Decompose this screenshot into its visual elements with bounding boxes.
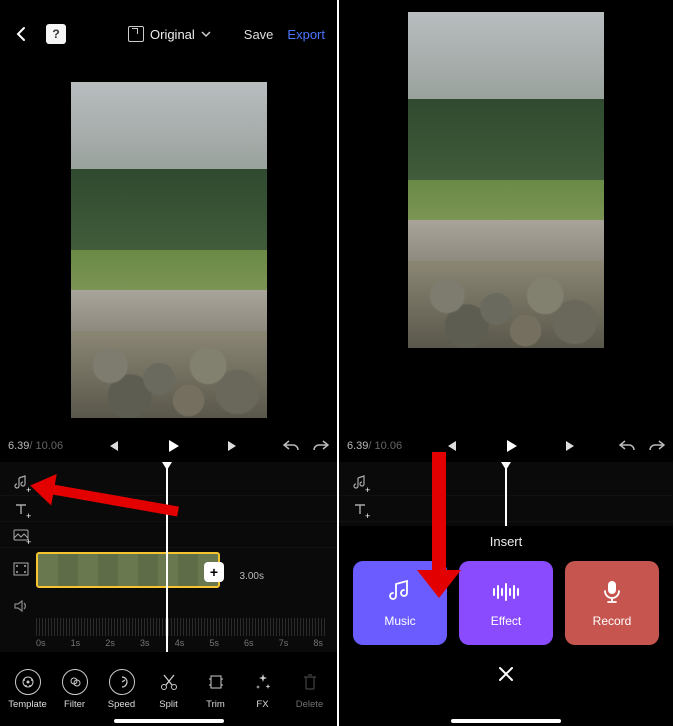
timeline[interactable]: + + (339, 462, 673, 526)
export-button[interactable]: Export (287, 27, 325, 42)
volume-track-icon[interactable] (10, 597, 32, 615)
video-clip[interactable]: + 3.00s (36, 552, 220, 588)
playhead[interactable] (166, 462, 168, 652)
play-button[interactable] (164, 437, 182, 455)
trim-button[interactable]: Trim (193, 669, 239, 710)
close-button[interactable] (497, 665, 515, 683)
fx-button[interactable]: FX (240, 669, 286, 710)
prev-button[interactable] (104, 437, 122, 455)
clip-duration: 3.00s (240, 571, 264, 582)
audio-waveform (36, 618, 327, 636)
back-button[interactable] (12, 24, 32, 44)
aspect-ratio-dropdown[interactable]: Original (128, 26, 211, 42)
add-text-track-icon[interactable]: + (10, 500, 32, 518)
insert-effect-button[interactable]: Effect (459, 561, 553, 645)
video-preview[interactable] (408, 12, 604, 348)
insert-record-button[interactable]: Record (565, 561, 659, 645)
home-indicator (451, 719, 561, 723)
video-track-icon (10, 560, 32, 578)
music-icon (386, 578, 414, 606)
undo-button[interactable] (283, 437, 301, 455)
template-button[interactable]: Template (5, 669, 51, 710)
speed-button[interactable]: Speed (99, 669, 145, 710)
delete-button[interactable]: Delete (287, 669, 333, 710)
effect-icon (492, 578, 520, 606)
split-button[interactable]: Split (146, 669, 192, 710)
home-indicator (114, 719, 224, 723)
add-audio-track-icon[interactable]: + (349, 474, 371, 492)
video-preview[interactable] (71, 82, 267, 418)
redo-button[interactable] (311, 437, 329, 455)
add-image-track-icon[interactable]: + (10, 526, 32, 544)
add-clip-button[interactable]: + (204, 562, 224, 582)
annotation-arrow (423, 452, 447, 592)
expand-icon (128, 26, 144, 42)
microphone-icon (598, 578, 626, 606)
redo-button[interactable] (647, 437, 665, 455)
chevron-down-icon (201, 29, 211, 39)
time-current: 6.39 (347, 440, 368, 452)
next-button[interactable] (224, 437, 242, 455)
time-total: / 10.06 (29, 440, 63, 452)
filter-button[interactable]: Filter (52, 669, 98, 710)
aspect-label: Original (150, 27, 195, 42)
help-button[interactable]: ? (46, 24, 66, 44)
insert-title: Insert (490, 534, 523, 549)
add-text-track-icon[interactable]: + (349, 500, 371, 518)
next-button[interactable] (562, 437, 580, 455)
time-current: 6.39 (8, 440, 29, 452)
playhead[interactable] (505, 462, 507, 526)
time-total: / 10.06 (368, 440, 402, 452)
undo-button[interactable] (619, 437, 637, 455)
save-button[interactable]: Save (244, 27, 274, 42)
play-button[interactable] (502, 437, 520, 455)
